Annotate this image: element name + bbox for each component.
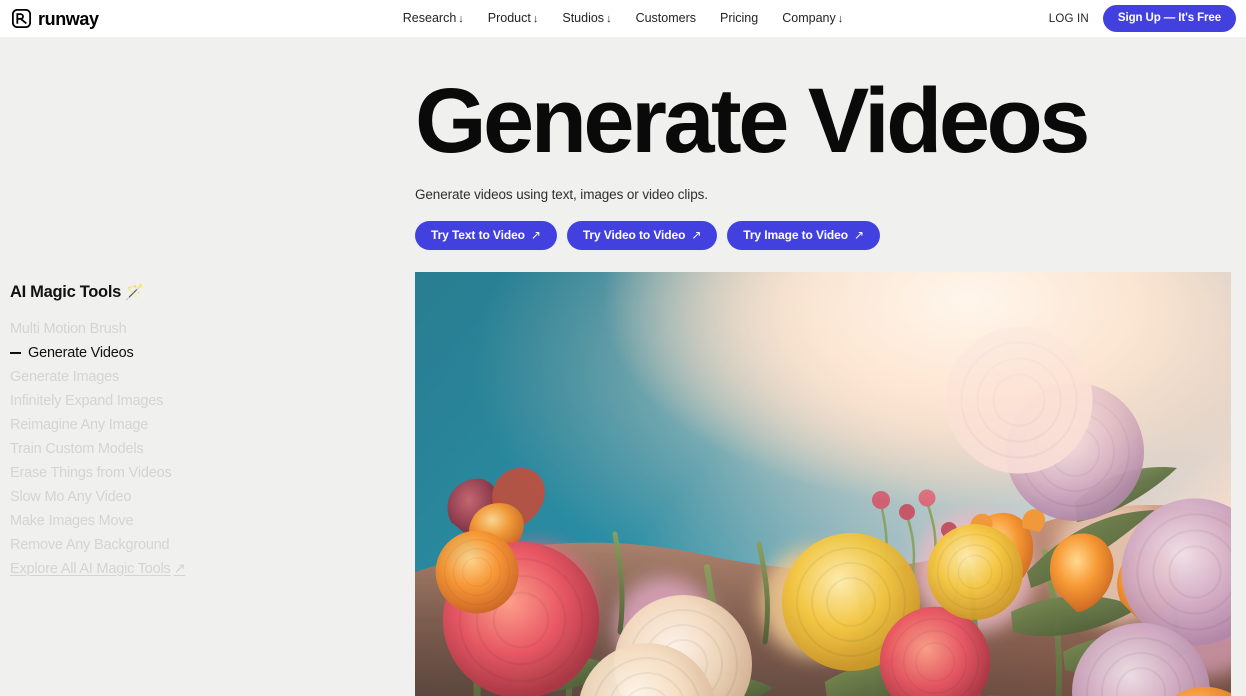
nav-label: Customers bbox=[635, 11, 697, 26]
explore-all-ai-magic-tools-link[interactable]: Explore All AI Magic Tools ↗ bbox=[10, 557, 186, 581]
sidebar-item-make-images-move[interactable]: Make Images Move bbox=[10, 509, 186, 533]
nav-label: Studios bbox=[562, 11, 605, 25]
nav-label: Pricing bbox=[720, 11, 759, 26]
sidebar-item-generate-videos[interactable]: Generate Videos bbox=[10, 341, 186, 365]
sidebar-item-train-custom-models[interactable]: Train Custom Models bbox=[10, 437, 186, 461]
list-item-label: Make Images Move bbox=[10, 512, 134, 529]
chevron-down-icon: ↓ bbox=[837, 13, 844, 25]
sidebar-heading: AI Magic Tools 🪄 bbox=[10, 283, 144, 302]
chevron-down-icon: ↓ bbox=[458, 13, 464, 25]
try-text-to-video-button[interactable]: Try Text to Video ↗ bbox=[415, 221, 557, 250]
arrow-up-right-icon: ↗ bbox=[173, 560, 186, 577]
hero-section: Generate Videos Generate videos using te… bbox=[415, 37, 1231, 250]
list-item-label: Explore All AI Magic Tools bbox=[10, 560, 171, 577]
page-body: AI Magic Tools 🪄 Multi Motion Brush Gener… bbox=[0, 37, 1246, 696]
nav-item-studios[interactable]: Studios ↓ bbox=[562, 12, 611, 25]
nav-item-research[interactable]: Research ↓ bbox=[403, 12, 464, 25]
nav-label: Research bbox=[402, 11, 457, 25]
chevron-down-icon: ↓ bbox=[532, 13, 539, 25]
signup-button[interactable]: Sign Up — It's Free bbox=[1102, 5, 1236, 32]
cta-label: Try Video to Video bbox=[582, 228, 686, 242]
site-header: runway Research ↓ Product ↓ Studios ↓ Custo… bbox=[0, 0, 1246, 37]
sidebar-item-slow-mo-any-video[interactable]: Slow Mo Any Video bbox=[10, 485, 186, 509]
try-video-to-video-button[interactable]: Try Video to Video ↗ bbox=[566, 221, 718, 250]
magic-wand-icon: 🪄 bbox=[125, 284, 144, 301]
hero-subtitle: Generate videos using text, images or vi… bbox=[415, 187, 708, 202]
list-item-label: Train Custom Models bbox=[10, 440, 144, 457]
sidebar-item-erase-things-from-videos[interactable]: Erase Things from Videos bbox=[10, 461, 186, 485]
brand-wordmark: runway bbox=[38, 8, 99, 29]
sidebar-item-reimagine-any-image[interactable]: Reimagine Any Image bbox=[10, 413, 186, 437]
cta-label: Try Text to Video bbox=[431, 228, 525, 242]
list-item-label: Generate Images bbox=[10, 368, 120, 385]
hero-media-image[interactable] bbox=[415, 272, 1231, 696]
nav-item-pricing[interactable]: Pricing bbox=[720, 12, 758, 25]
chevron-down-icon: ↓ bbox=[606, 13, 612, 25]
nav-label: Company bbox=[782, 11, 836, 25]
primary-nav: Research ↓ Product ↓ Studios ↓ Customers Pr… bbox=[403, 12, 843, 25]
cta-button-row: Try Text to Video ↗ Try Video to Video ↗… bbox=[415, 221, 1231, 250]
sidebar-item-infinitely-expand-images[interactable]: Infinitely Expand Images bbox=[10, 389, 186, 413]
runway-logo-mark-icon bbox=[12, 9, 31, 28]
list-item-label: Infinitely Expand Images bbox=[10, 392, 164, 409]
sidebar-item-multi-motion-brush[interactable]: Multi Motion Brush bbox=[10, 317, 186, 341]
nav-item-customers[interactable]: Customers bbox=[636, 12, 696, 25]
arrow-up-right-icon: ↗ bbox=[530, 228, 541, 242]
tool-list: Multi Motion Brush Generate Videos Gener… bbox=[10, 317, 186, 581]
nav-label: Product bbox=[487, 11, 531, 25]
arrow-up-right-icon: ↗ bbox=[853, 228, 864, 242]
nav-item-product[interactable]: Product ↓ bbox=[488, 12, 539, 25]
arrow-up-right-icon: ↗ bbox=[691, 228, 702, 242]
sidebar-item-remove-any-background[interactable]: Remove Any Background bbox=[10, 533, 186, 557]
sidebar-heading-label: AI Magic Tools bbox=[10, 283, 122, 301]
list-item-label: Slow Mo Any Video bbox=[10, 488, 132, 505]
sidebar-item-generate-images[interactable]: Generate Images bbox=[10, 365, 186, 389]
login-link[interactable]: LOG IN bbox=[1049, 13, 1089, 25]
active-dash-icon bbox=[10, 352, 21, 354]
page-title: Generate Videos bbox=[415, 70, 1090, 172]
list-item-label: Generate Videos bbox=[28, 344, 134, 361]
list-item-label: Multi Motion Brush bbox=[10, 320, 127, 337]
list-item-label: Remove Any Background bbox=[10, 536, 170, 553]
header-actions: LOG IN Sign Up — It's Free bbox=[1049, 5, 1236, 32]
list-item-label: Reimagine Any Image bbox=[10, 416, 149, 433]
nav-item-company[interactable]: Company ↓ bbox=[782, 12, 843, 25]
brand-logo[interactable]: runway bbox=[12, 9, 99, 28]
list-item-label: Erase Things from Videos bbox=[10, 464, 172, 481]
try-image-to-video-button[interactable]: Try Image to Video ↗ bbox=[727, 221, 880, 250]
cta-label: Try Image to Video bbox=[743, 228, 848, 242]
